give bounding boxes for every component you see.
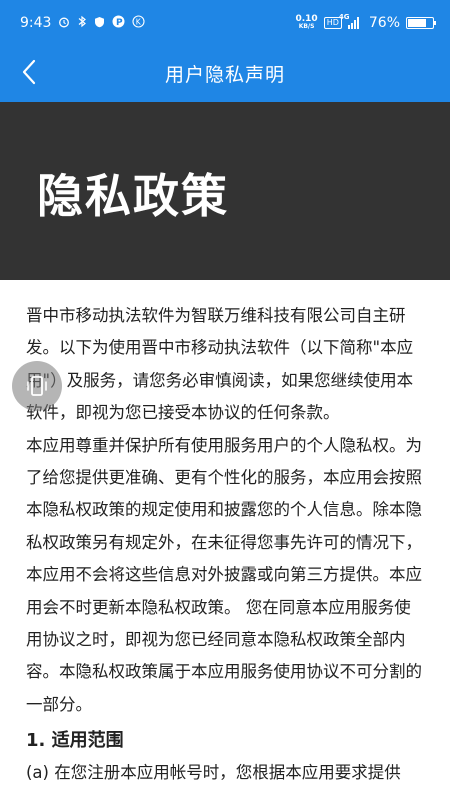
signal-label: 4G [338,12,350,21]
rotate-screen-button[interactable] [12,361,62,411]
battery-icon [406,16,436,29]
status-time: 9:43 [20,14,52,31]
banner-title: 隐私政策 [37,169,229,223]
shield-icon [94,16,105,30]
network-speed-unit: KB/S [298,22,315,30]
policy-paragraph-intro: 晋中市移动执法软件为智联万维科技有限公司自主研发。以下为使用晋中市移动执法软件（… [26,306,414,423]
screen-rotate-icon [27,376,47,396]
section-scope-text: (a) 在您注册本应用帐号时，您根据本应用要求提供 [26,763,401,783]
svg-text:K: K [136,18,142,27]
policy-banner: 隐私政策 [0,102,450,280]
network-speed: 0.10 KB/S [295,13,318,31]
svg-text:P: P [116,18,123,28]
p-app-icon: P [112,15,125,30]
chevron-left-icon [22,59,36,85]
app-header: 用户隐私声明 [0,45,450,102]
status-bar: 9:43 P K 0.10 KB/S HD 4G 76% [0,0,450,45]
status-left: 9:43 P K [20,14,146,31]
battery-percent: 76% [368,14,400,31]
signal-icon: 4G [339,13,359,29]
network-speed-value: 0.10 [295,13,318,24]
section-heading-scope: 1. 适用范围 [26,730,124,752]
status-right: 0.10 KB/S HD 4G 76% [295,13,436,31]
back-button[interactable] [14,57,44,87]
alarm-icon [58,16,70,30]
battery-fill [408,18,427,27]
privacy-policy-screen: 9:43 P K 0.10 KB/S HD 4G 76% 用户隐私声明 隐私政策… [0,0,450,800]
bluetooth-icon [77,15,87,30]
page-title: 用户隐私声明 [164,64,285,86]
policy-content: 晋中市移动执法软件为智联万维科技有限公司自主研发。以下为使用晋中市移动执法软件（… [0,300,450,790]
policy-paragraph-privacy: 本应用尊重并保护所有使用服务用户的个人隐私权。为了给您提供更准确、更有个性化的服… [26,435,422,714]
k-app-icon: K [132,15,146,30]
